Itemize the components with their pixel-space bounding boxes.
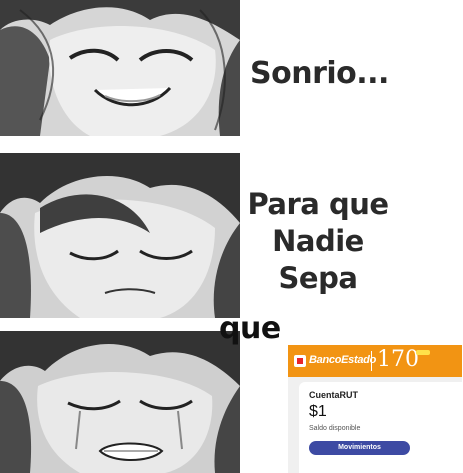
bank-logo-icon	[294, 355, 306, 367]
sad-face-drawing	[0, 153, 240, 318]
caption-smile: Sonrio...	[250, 56, 389, 91]
account-balance: $1	[309, 403, 327, 420]
balance-label: Saldo disponible	[309, 425, 361, 432]
smiling-face-panel	[0, 0, 240, 136]
caption-que: que	[219, 311, 281, 346]
crying-face-drawing	[0, 331, 240, 473]
sad-face-panel	[0, 153, 240, 318]
caption-line-nadie: Nadie	[272, 224, 364, 258]
anniversary-badge-icon	[416, 350, 430, 355]
caption-line-sepa: Sepa	[278, 261, 358, 295]
smiling-face-drawing	[0, 0, 240, 136]
crying-face-panel	[0, 331, 240, 473]
account-name: CuentaRUT	[309, 390, 358, 400]
bank-brand-name: BancoEstado	[309, 354, 376, 366]
header-divider	[371, 351, 372, 371]
movements-button[interactable]: Movimientos	[309, 441, 410, 455]
anniversary-logo: 170	[377, 347, 419, 372]
bank-account-card: BancoEstado 170 CuentaRUT $1 Saldo dispo…	[288, 345, 462, 473]
bank-header: BancoEstado 170	[288, 345, 462, 377]
caption-nobody-knows: Para que Nadie Sepa	[244, 186, 392, 297]
caption-line-para-que: Para que	[247, 187, 389, 221]
account-summary[interactable]: CuentaRUT $1 Saldo disponible Movimiento…	[299, 382, 462, 473]
